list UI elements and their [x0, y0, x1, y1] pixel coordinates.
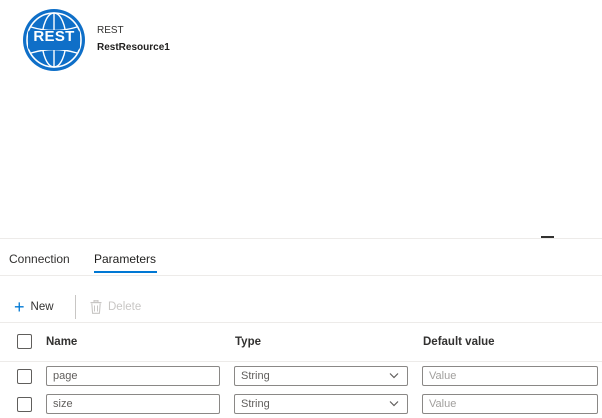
- plus-icon: +: [14, 297, 25, 317]
- table-row: size String Value: [0, 391, 602, 417]
- table-row: page String Value: [0, 363, 602, 389]
- resource-type-label: REST: [97, 25, 124, 36]
- row-checkbox[interactable]: [17, 369, 32, 384]
- rest-logo-icon: REST: [23, 9, 85, 71]
- delete-button-label: Delete: [108, 301, 142, 313]
- tab-parameters[interactable]: Parameters: [94, 252, 156, 266]
- new-button[interactable]: + New: [14, 294, 54, 320]
- select-all-checkbox[interactable]: [17, 334, 32, 349]
- row-checkbox[interactable]: [17, 397, 32, 412]
- new-button-label: New: [30, 301, 54, 313]
- default-value-input[interactable]: Value: [422, 366, 598, 386]
- parameter-name-input[interactable]: page: [46, 366, 220, 386]
- table-header: Name Type Default value: [0, 322, 602, 362]
- parameters-toolbar: + New Delete: [0, 294, 602, 320]
- parameter-type-value: String: [241, 370, 270, 382]
- parameter-type-select[interactable]: String: [234, 394, 408, 414]
- default-value-input[interactable]: Value: [422, 394, 598, 414]
- logo-label: REST: [33, 28, 75, 45]
- tab-bar: Connection Parameters: [0, 245, 602, 276]
- column-header-default-value: Default value: [423, 336, 495, 348]
- column-header-name: Name: [46, 336, 78, 348]
- parameter-type-select[interactable]: String: [234, 366, 408, 386]
- panel-divider: [0, 238, 602, 239]
- parameter-name-input[interactable]: size: [46, 394, 220, 414]
- delete-button[interactable]: Delete: [90, 294, 141, 320]
- parameter-type-value: String: [241, 398, 270, 410]
- column-header-type: Type: [235, 336, 261, 348]
- tab-connection[interactable]: Connection: [9, 252, 70, 266]
- minimize-panel-icon[interactable]: [541, 236, 554, 238]
- active-tab-indicator: [94, 271, 157, 273]
- toolbar-separator: [75, 295, 76, 319]
- chevron-down-icon: [389, 373, 399, 379]
- resource-name: RestResource1: [97, 42, 170, 53]
- trash-icon: [90, 300, 102, 314]
- chevron-down-icon: [389, 401, 399, 407]
